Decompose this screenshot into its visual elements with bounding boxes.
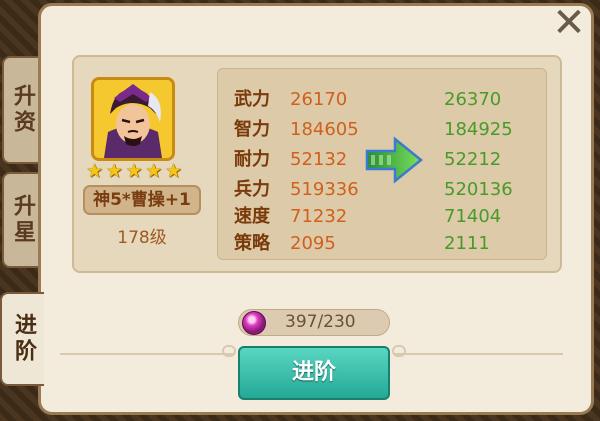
tab-upgrade-quality[interactable]: 升资 <box>2 56 40 164</box>
stat-next: 184925 <box>444 119 513 140</box>
stat-row-speed: 速度 71232 71404 <box>218 204 548 230</box>
stat-label: 武力 <box>234 89 270 110</box>
stat-next: 52212 <box>444 149 502 170</box>
stat-current: 519336 <box>290 179 359 200</box>
stat-row-force: 武力 26170 26370 <box>218 87 548 113</box>
stat-label: 策略 <box>234 233 270 254</box>
stat-current: 52132 <box>290 149 348 170</box>
close-icon[interactable]: ✕ <box>552 3 586 43</box>
star-icon: ★ <box>86 160 104 182</box>
stat-label: 兵力 <box>234 179 270 200</box>
hero-info-box: ★ ★ ★ ★ ★ 神5*曹操+1 178级 武力 26170 26370 智力… <box>72 55 562 273</box>
divider <box>393 353 563 355</box>
divider <box>392 345 406 357</box>
stat-next: 2111 <box>444 233 490 254</box>
hero-name: 神5*曹操+1 <box>83 185 201 215</box>
tab-upgrade-star[interactable]: 升星 <box>2 172 40 268</box>
hero-stars: ★ ★ ★ ★ ★ <box>86 161 182 181</box>
material-counter: 397/230 <box>238 309 390 336</box>
stats-table: 武力 26170 26370 智力 184605 184925 耐力 52132… <box>217 68 547 260</box>
stat-label: 智力 <box>234 119 270 140</box>
star-icon: ★ <box>164 160 182 182</box>
stat-label: 速度 <box>234 206 270 227</box>
purple-gem-icon <box>242 311 266 335</box>
tab-advance-label: 进阶 <box>11 313 36 365</box>
star-icon: ★ <box>105 160 123 182</box>
material-count: 397/230 <box>285 312 356 332</box>
stat-next: 26370 <box>444 89 502 110</box>
hero-level: 178级 <box>117 228 167 248</box>
stat-current: 26170 <box>290 89 348 110</box>
hero-portrait-icon[interactable] <box>91 77 175 161</box>
star-icon: ★ <box>125 160 143 182</box>
divider <box>222 345 236 357</box>
stat-current: 184605 <box>290 119 359 140</box>
green-arrow-right-icon <box>365 135 423 185</box>
tab-upgrade-star-label: 升星 <box>10 194 35 246</box>
advance-button[interactable]: 进阶 <box>238 346 390 400</box>
stat-current: 71232 <box>290 206 348 227</box>
stat-next: 520136 <box>444 179 513 200</box>
divider <box>60 353 235 355</box>
stat-row-strategy: 策略 2095 2111 <box>218 231 548 257</box>
tab-upgrade-quality-label: 升资 <box>10 84 35 136</box>
tab-advance[interactable]: 进阶 <box>0 292 44 386</box>
stat-label: 耐力 <box>234 149 270 170</box>
star-icon: ★ <box>145 160 163 182</box>
stat-next: 71404 <box>444 206 502 227</box>
stat-current: 2095 <box>290 233 336 254</box>
